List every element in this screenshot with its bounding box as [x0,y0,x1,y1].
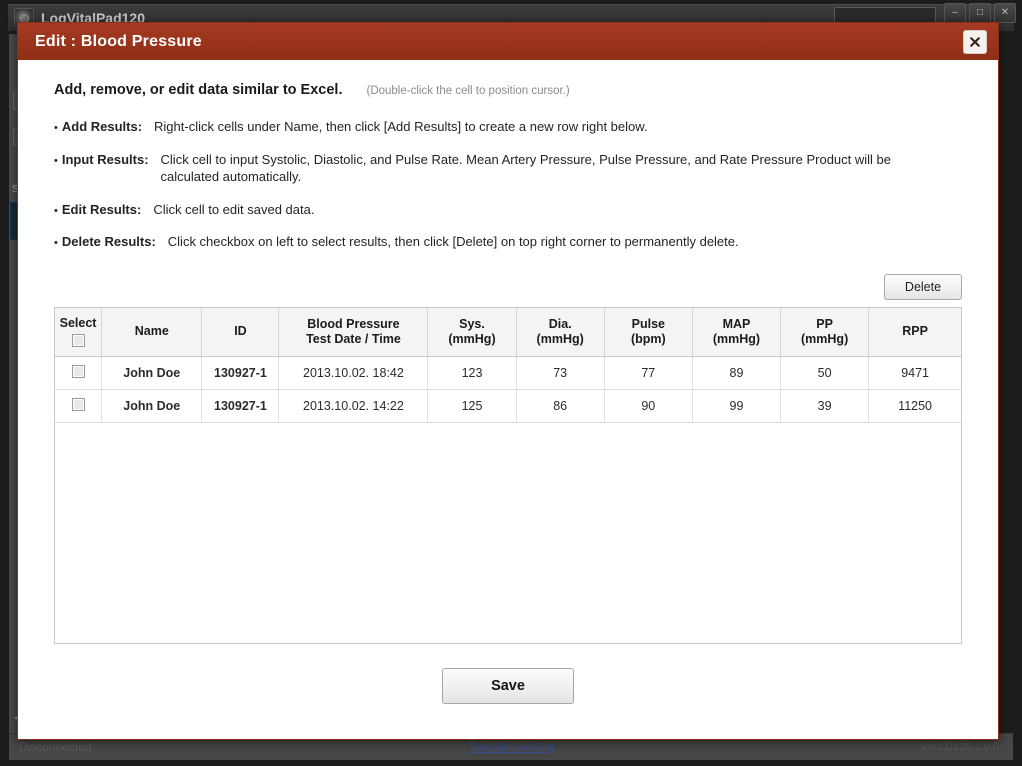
window-controls: – □ ✕ [944,3,1016,23]
instruction-text: Click cell to edit saved data. [153,201,315,217]
minimize-button[interactable]: – [944,3,966,23]
cell-rpp: 11250 [868,389,961,423]
cell-dia[interactable]: 86 [516,389,605,423]
column-header-sublabel: (mmHg) [801,331,849,346]
row-select-cell[interactable] [55,389,103,423]
cell-id[interactable]: 130927-1 [201,389,280,423]
row-checkbox[interactable] [71,364,85,378]
cell-dia[interactable]: 73 [516,356,605,390]
column-header-id: ID [201,307,280,357]
column-header-select: Select [55,307,103,357]
select-all-checkbox[interactable] [71,334,85,348]
instruction-edit-results: • Edit Results: Click cell to edit saved… [54,201,962,219]
column-header-sublabel: (mmHg) [712,331,761,346]
save-button[interactable]: Save [442,667,574,704]
save-row: Save [18,667,998,704]
column-header-name: Name [101,307,203,357]
cell-pp: 50 [780,356,870,390]
column-header-pulse: Pulse (bpm) [604,307,693,357]
edit-blood-pressure-dialog: Edit : Blood Pressure Add, remove, or ed… [17,22,999,740]
cell-sys[interactable]: 123 [427,356,517,390]
bullet-icon: • [54,204,58,217]
column-header-label: Blood Pressure [307,316,400,331]
instructions-headline-row: Add, remove, or edit data similar to Exc… [54,82,962,98]
troubleshooting-link[interactable]: Troubleshooting [468,740,554,754]
cell-pulse[interactable]: 77 [604,356,693,390]
maximize-icon: □ [976,7,984,18]
close-window-button[interactable]: ✕ [994,3,1016,23]
dialog-close-button[interactable] [963,30,987,54]
column-header-label: ID [234,324,247,339]
close-icon [970,37,980,47]
blood-pressure-results-table: Select Name ID Blood Pressure Test Date … [55,307,961,423]
column-header-sublabel: Test Date / Time [306,331,401,346]
cell-name[interactable]: John Doe [101,389,203,423]
column-header-label: MAP [722,316,751,331]
column-header-pp: PP (mmHg) [780,307,870,357]
dialog-title: Edit : Blood Pressure [35,32,202,50]
cell-pp: 39 [780,389,870,423]
column-header-label: Name [134,324,169,339]
column-header-label: Dia. [548,316,572,331]
instruction-text: Click cell to input Systolic, Diastolic,… [160,151,892,185]
table-empty-area[interactable] [55,422,961,643]
column-header-dia: Dia. (mmHg) [516,307,605,357]
column-header-map: MAP (mmHg) [692,307,782,357]
dialog-body: Add, remove, or edit data similar to Exc… [18,60,998,739]
column-header-label: Pulse [631,316,665,331]
instructions-block: Add, remove, or edit data similar to Exc… [18,60,998,251]
column-header-datetime: Blood Pressure Test Date / Time [278,307,429,357]
column-header-rpp: RPP [868,307,961,357]
column-header-label: RPP [902,324,928,339]
instruction-input-results: • Input Results: Click cell to input Sys… [54,151,962,186]
cell-map: 89 [692,356,782,390]
dialog-titlebar: Edit : Blood Pressure [18,23,998,60]
instruction-text: Click checkbox on left to select results… [167,234,739,250]
row-select-cell[interactable] [55,356,103,390]
instruction-text: Right-click cells under Name, then click… [154,119,648,134]
column-header-label: Select [59,316,97,331]
column-header-sublabel: (mmHg) [536,331,584,346]
column-header-label: Sys. [459,316,485,331]
column-header-sys: Sys. (mmHg) [427,307,517,357]
instruction-add-results: • Add Results: Right-click cells under N… [54,118,962,136]
column-header-sublabel: (bpm) [630,331,666,346]
cell-sys[interactable]: 125 [427,389,517,423]
instructions-headline: Add, remove, or edit data similar to Exc… [54,82,343,98]
cell-map: 99 [692,389,782,423]
bullet-icon: • [54,154,58,167]
cell-pulse[interactable]: 90 [604,389,693,423]
instruction-label: Add Results: [61,119,143,134]
bullet-icon: • [54,122,58,134]
table-toolbar: Delete [18,266,998,307]
column-header-label: PP [816,316,833,331]
instruction-label: Delete Results: [61,234,156,250]
cell-datetime[interactable]: 2013.10.02. 18:42 [278,356,429,390]
table-row[interactable]: John Doe 130927-1 2013.10.02. 18:42 123 … [55,356,961,390]
table-row[interactable]: John Doe 130927-1 2013.10.02. 14:22 125 … [55,389,961,423]
cell-name[interactable]: John Doe [101,356,203,390]
instruction-delete-results: • Delete Results: Click checkbox on left… [54,233,962,251]
results-table-container: Select Name ID Blood Pressure Test Date … [54,306,962,644]
close-icon: ✕ [1000,7,1010,18]
maximize-button[interactable]: □ [969,3,991,23]
cell-rpp: 9471 [868,356,961,390]
table-header: Select Name ID Blood Pressure Test Date … [55,307,961,357]
cell-datetime[interactable]: 2013.10.02. 14:22 [278,389,429,423]
instructions-hint: (Double-click the cell to position curso… [366,85,570,97]
minimize-icon: – [952,7,958,18]
instruction-label: Edit Results: [61,201,142,217]
connection-status-text: Disconnected [19,740,92,754]
table-header-row: Select Name ID Blood Pressure Test Date … [55,307,961,357]
cell-id[interactable]: 130927-1 [201,356,280,390]
column-header-sublabel: (mmHg) [448,331,496,346]
bullet-icon: • [54,237,58,250]
delete-button[interactable]: Delete [884,273,962,300]
version-label: Ver.LD120.1.0.0 [920,741,999,753]
row-checkbox[interactable] [71,397,85,411]
instruction-label: Input Results: [61,151,149,167]
table-body: John Doe 130927-1 2013.10.02. 18:42 123 … [55,356,961,423]
